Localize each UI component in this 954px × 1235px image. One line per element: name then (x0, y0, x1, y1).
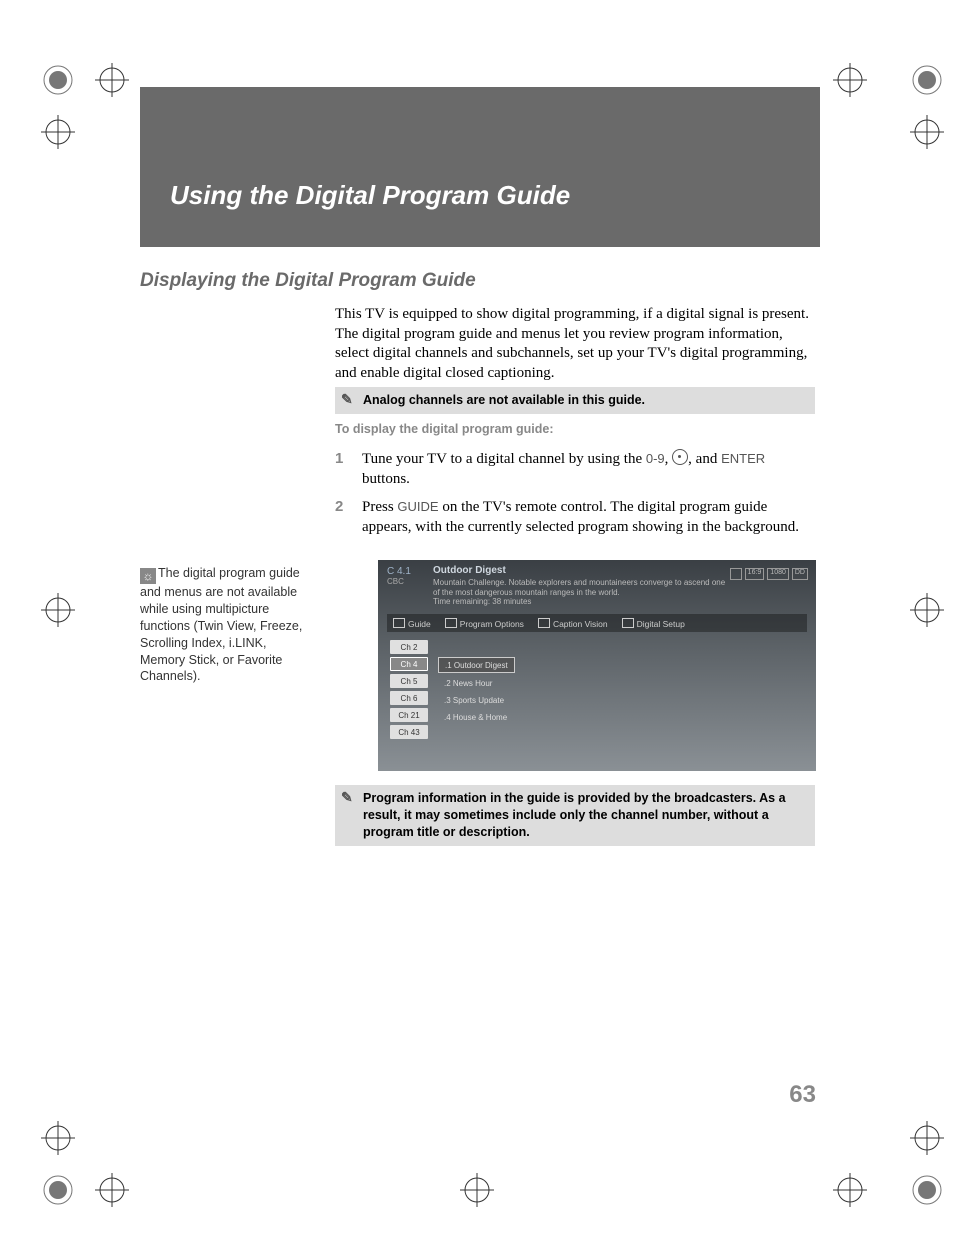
note-text: Program information in the guide is prov… (363, 791, 786, 839)
guide-program-title: Outdoor Digest (433, 565, 506, 576)
registration-mark-icon (460, 1173, 494, 1207)
page-number: 63 (789, 1081, 816, 1109)
step-2: 2 Press GUIDE on the TV's remote control… (335, 497, 815, 538)
step-1: 1 Tune your TV to a digital channel by u… (335, 449, 815, 490)
channel-button: Ch 6 (390, 691, 428, 705)
registration-mark-icon (910, 1173, 944, 1207)
options-tab-icon (445, 618, 457, 628)
guide-tab-icon (393, 618, 405, 628)
button-label-enter: ENTER (721, 451, 765, 466)
intro-paragraph: This TV is equipped to show digital prog… (335, 305, 815, 383)
subchannel-item: .1 Outdoor Digest (438, 657, 515, 673)
registration-mark-icon (41, 1173, 75, 1207)
sidebar-tip-text: The digital program guide and menus are … (140, 566, 302, 683)
info-badge-icon (730, 568, 742, 580)
guide-program-description: Mountain Challenge. Notable explorers an… (433, 578, 733, 607)
step-number: 2 (335, 497, 343, 517)
guide-channel-list: Ch 2 Ch 4 Ch 5 Ch 6 Ch 21 Ch 43 (390, 640, 428, 739)
tip-icon: ☼ (140, 568, 156, 584)
channel-button: Ch 5 (390, 674, 428, 688)
note-callout: ✎ Program information in the guide is pr… (335, 785, 815, 846)
cc-tab-icon (538, 618, 550, 628)
note-callout: ✎ Analog channels are not available in t… (335, 387, 815, 414)
channel-button: Ch 2 (390, 640, 428, 654)
button-label-guide: GUIDE (397, 499, 438, 514)
registration-mark-icon (41, 63, 75, 97)
pencil-icon: ✎ (341, 788, 353, 807)
button-label-0-9: 0-9 (646, 451, 665, 466)
chapter-banner: Using the Digital Program Guide (140, 87, 820, 247)
instruction-lead: To display the digital program guide: (335, 422, 554, 436)
guide-format-badges: 16:9 1080 DD (730, 568, 808, 580)
setup-tab-icon (622, 618, 634, 628)
registration-mark-icon (910, 593, 944, 627)
note-text: Analog channels are not available in thi… (363, 393, 645, 407)
registration-mark-icon (833, 1173, 867, 1207)
channel-button: Ch 43 (390, 725, 428, 739)
registration-mark-icon (41, 1121, 75, 1155)
subchannel-item: .3 Sports Update (438, 693, 515, 707)
registration-mark-icon (910, 115, 944, 149)
step-number: 1 (335, 449, 343, 469)
guide-tab-bar: Guide Program Options Caption Vision Dig… (387, 614, 807, 632)
registration-mark-icon (95, 63, 129, 97)
chapter-title: Using the Digital Program Guide (170, 180, 570, 211)
channel-button: Ch 21 (390, 708, 428, 722)
section-heading: Displaying the Digital Program Guide (140, 270, 476, 292)
registration-mark-icon (41, 593, 75, 627)
registration-mark-icon (910, 1121, 944, 1155)
registration-mark-icon (833, 63, 867, 97)
registration-mark-icon (95, 1173, 129, 1207)
sidebar-tip: ☼The digital program guide and menus are… (140, 565, 315, 685)
channel-button: Ch 4 (390, 657, 428, 671)
guide-channel-header: C 4.1 CBC (387, 566, 411, 586)
guide-subchannel-list: .1 Outdoor Digest .2 News Hour .3 Sports… (438, 657, 515, 724)
registration-mark-icon (41, 115, 75, 149)
subchannel-item: .2 News Hour (438, 676, 515, 690)
joystick-icon (672, 449, 688, 465)
subchannel-item: .4 House & Home (438, 710, 515, 724)
pencil-icon: ✎ (341, 390, 353, 409)
registration-mark-icon (910, 63, 944, 97)
program-guide-screenshot: C 4.1 CBC Outdoor Digest Mountain Challe… (378, 560, 816, 771)
